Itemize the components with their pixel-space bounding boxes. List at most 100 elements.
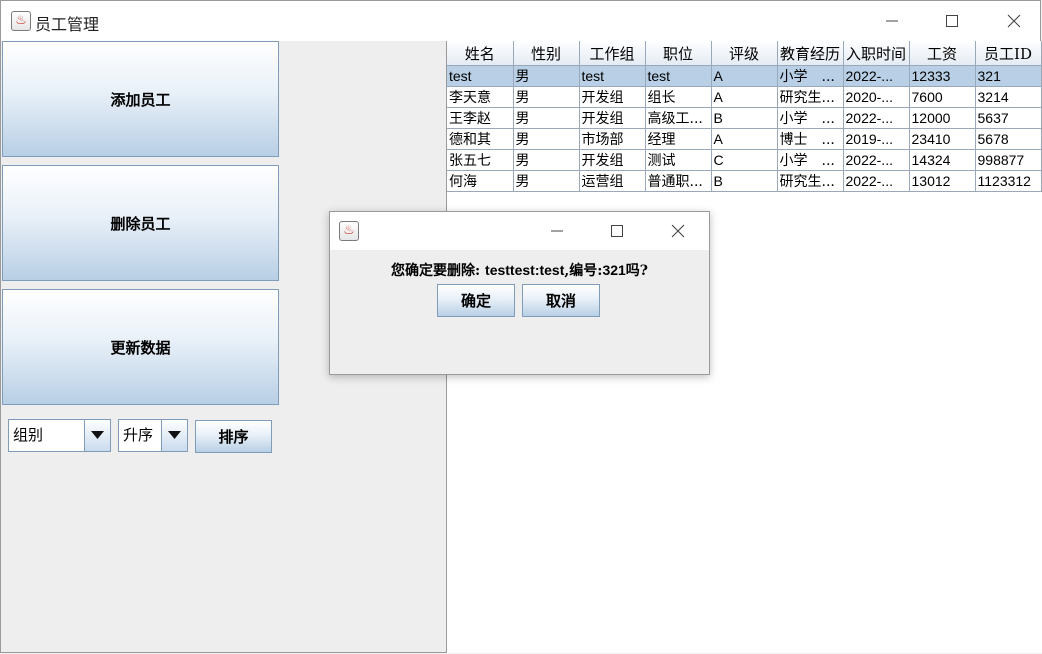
- table-cell: 开发组: [579, 86, 646, 108]
- add-employee-button[interactable]: 添加员工: [2, 41, 279, 157]
- order-select-value: 升序: [123, 426, 154, 444]
- table-cell: 小学 ...: [777, 107, 844, 129]
- column-header[interactable]: 姓名: [447, 41, 514, 66]
- table-cell: 研究生...: [777, 86, 844, 108]
- table-cell: 张五七: [447, 149, 514, 171]
- table-cell: 小学 ...: [777, 149, 844, 171]
- table-cell: 5678: [975, 128, 1042, 150]
- table-cell: 13012: [909, 170, 976, 192]
- add-employee-label: 添加员工: [110, 90, 171, 109]
- message-mid: ,编号:: [564, 263, 603, 279]
- delete-employee-label: 删除员工: [110, 214, 171, 233]
- ok-label: 确定: [460, 292, 491, 310]
- maximize-icon[interactable]: [929, 1, 975, 41]
- message-suffix: 吗?: [625, 263, 648, 279]
- table-cell: 小学 ...: [777, 65, 844, 87]
- table-row[interactable]: 德和其 男 市场部 经理 A 博士 ... 2019-... 23410 567…: [447, 128, 1042, 150]
- main-window: ♨ 员工管理 添加员工 删除员工 更新数据 组别 升序 排序 姓名 性别 工作组…: [0, 0, 1042, 653]
- message-employee-name: testtest:test: [485, 262, 565, 278]
- column-header[interactable]: 入职时间: [843, 41, 910, 66]
- table-cell: 男: [513, 128, 580, 150]
- table-cell: 测试: [645, 149, 712, 171]
- sort-label: 排序: [218, 428, 249, 446]
- table-cell: test: [579, 65, 646, 87]
- column-header[interactable]: 教育经历: [777, 41, 844, 66]
- column-header[interactable]: 职位: [645, 41, 712, 66]
- table-cell: 高级工...: [645, 107, 712, 129]
- table-cell: test: [645, 65, 712, 87]
- table-cell: 5637: [975, 107, 1042, 129]
- minimize-icon[interactable]: [869, 1, 915, 41]
- table-cell: A: [711, 65, 778, 87]
- table-cell: 2019-...: [843, 128, 910, 150]
- refresh-data-label: 更新数据: [110, 338, 171, 357]
- table-cell: 李天意: [447, 86, 514, 108]
- table-cell: 开发组: [579, 107, 646, 129]
- table-cell: 321: [975, 65, 1042, 87]
- table-row[interactable]: test 男 test test A 小学 ... 2022-... 12333…: [447, 65, 1042, 87]
- column-header[interactable]: 员工ID: [975, 41, 1042, 66]
- table-cell: 男: [513, 170, 580, 192]
- table-cell: 德和其: [447, 128, 514, 150]
- table-cell: 男: [513, 149, 580, 171]
- table-cell: 经理: [645, 128, 712, 150]
- table-row[interactable]: 何海 男 运营组 普通职... B 研究生... 2022-... 13012 …: [447, 170, 1042, 192]
- table-cell: 23410: [909, 128, 976, 150]
- confirm-delete-dialog: ♨ 您确定要删除: testtest:test,编号:321吗? 确定 取消: [329, 211, 710, 375]
- table-cell: 1123312: [975, 170, 1042, 192]
- table-cell: A: [711, 128, 778, 150]
- table-cell: 2022-...: [843, 65, 910, 87]
- order-select[interactable]: 升序: [118, 419, 188, 452]
- table-row[interactable]: 王李赵 男 开发组 高级工... B 小学 ... 2022-... 12000…: [447, 107, 1042, 129]
- dropdown-arrow-icon[interactable]: [161, 420, 187, 451]
- dialog-message: 您确定要删除: testtest:test,编号:321吗?: [330, 260, 709, 280]
- group-select-value: 组别: [13, 426, 44, 444]
- table-cell: 998877: [975, 149, 1042, 171]
- group-select[interactable]: 组别: [8, 419, 111, 452]
- employee-table: 姓名 性别 工作组 职位 评级 教育经历 入职时间 工资 员工ID test 男…: [447, 41, 1042, 192]
- table-row[interactable]: 李天意 男 开发组 组长 A 研究生... 2020-... 7600 3214: [447, 86, 1042, 108]
- close-icon[interactable]: [655, 211, 701, 251]
- table-cell: 7600: [909, 86, 976, 108]
- table-cell: test: [447, 65, 514, 87]
- column-header[interactable]: 工资: [909, 41, 976, 66]
- message-employee-id: 321: [602, 262, 626, 278]
- table-cell: 研究生...: [777, 170, 844, 192]
- sort-button[interactable]: 排序: [195, 420, 272, 453]
- column-header[interactable]: 工作组: [579, 41, 646, 66]
- column-header[interactable]: 评级: [711, 41, 778, 66]
- table-cell: 2022-...: [843, 107, 910, 129]
- close-icon[interactable]: [991, 1, 1037, 41]
- ok-button[interactable]: 确定: [437, 284, 515, 317]
- maximize-icon[interactable]: [594, 211, 640, 251]
- cancel-label: 取消: [545, 292, 576, 310]
- table-cell: 2022-...: [843, 170, 910, 192]
- table-header-row: 姓名 性别 工作组 职位 评级 教育经历 入职时间 工资 员工ID: [447, 41, 1042, 66]
- refresh-data-button[interactable]: 更新数据: [2, 289, 279, 405]
- table-cell: 组长: [645, 86, 712, 108]
- table-cell: 14324: [909, 149, 976, 171]
- java-app-icon: ♨: [11, 11, 31, 31]
- main-titlebar: ♨ 员工管理: [1, 1, 1040, 41]
- table-cell: 男: [513, 65, 580, 87]
- table-cell: 12333: [909, 65, 976, 87]
- column-header[interactable]: 性别: [513, 41, 580, 66]
- table-cell: C: [711, 149, 778, 171]
- window-title: 员工管理: [35, 15, 100, 34]
- dropdown-arrow-icon[interactable]: [84, 420, 110, 451]
- table-cell: 何海: [447, 170, 514, 192]
- table-cell: 市场部: [579, 128, 646, 150]
- table-row[interactable]: 张五七 男 开发组 测试 C 小学 ... 2022-... 14324 998…: [447, 149, 1042, 171]
- minimize-icon[interactable]: [534, 211, 580, 251]
- table-cell: 2022-...: [843, 149, 910, 171]
- table-cell: 12000: [909, 107, 976, 129]
- table-cell: 博士 ...: [777, 128, 844, 150]
- table-cell: 开发组: [579, 149, 646, 171]
- java-app-icon: ♨: [339, 221, 359, 241]
- dialog-titlebar: ♨: [330, 212, 709, 250]
- delete-employee-button[interactable]: 删除员工: [2, 165, 279, 281]
- table-cell: 2020-...: [843, 86, 910, 108]
- message-prefix: 您确定要删除:: [390, 263, 486, 279]
- table-cell: 王李赵: [447, 107, 514, 129]
- cancel-button[interactable]: 取消: [522, 284, 600, 317]
